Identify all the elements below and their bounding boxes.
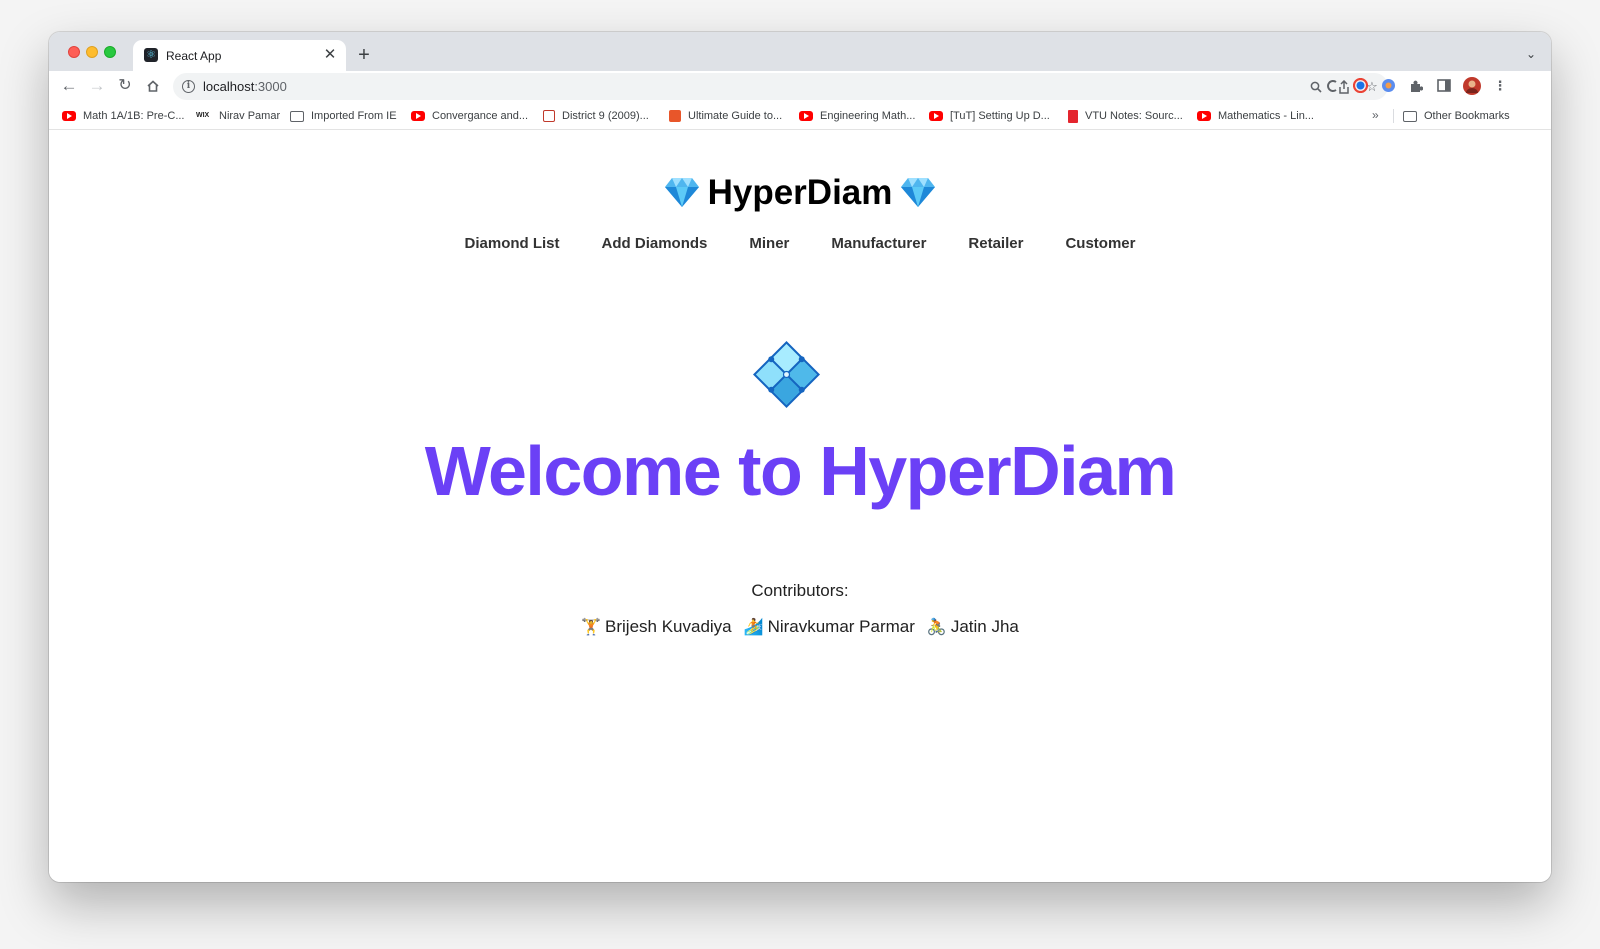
folder-icon (1403, 110, 1417, 122)
new-tab-button[interactable]: + (351, 43, 377, 67)
youtube-icon (799, 111, 813, 121)
minimize-window-button[interactable] (86, 46, 98, 58)
gem-icon (664, 178, 699, 207)
maximize-window-button[interactable] (104, 46, 116, 58)
tab-react-app[interactable]: ⚛ React App ✕ (133, 40, 346, 71)
tab-search-chevron-icon[interactable]: ⌄ (1521, 44, 1541, 64)
brand-heading: HyperDiam (49, 173, 1551, 213)
info-icon[interactable]: i (182, 80, 195, 93)
folder-icon (290, 110, 304, 122)
bookmark-item[interactable]: WIX Nirav Pamar (196, 107, 280, 125)
brand-title: HyperDiam (707, 173, 893, 212)
contributor-item: 🏋 Brijesh Kuvadiya (581, 617, 732, 636)
tab-close-icon[interactable]: ✕ (320, 45, 340, 65)
other-bookmarks-folder[interactable]: Other Bookmarks (1403, 107, 1510, 125)
profile-avatar[interactable] (1461, 75, 1483, 97)
back-arrow-icon[interactable]: ← (57, 74, 81, 98)
diamond-logo-icon (753, 341, 820, 408)
forward-arrow-icon[interactable]: → (85, 74, 109, 98)
extensions-puzzle-icon[interactable] (1405, 75, 1427, 97)
page-content: HyperDiam Diamond List Add Diamonds Mine… (49, 131, 1551, 882)
nav-add-diamonds[interactable]: Add Diamonds (602, 235, 708, 252)
close-window-button[interactable] (68, 46, 80, 58)
reload-icon[interactable]: ↻ (113, 74, 137, 98)
gem-icon (901, 178, 936, 207)
contributor-item: 🏄 Niravkumar Parmar (743, 617, 915, 636)
surfer-emoji-icon: 🏄 (743, 619, 764, 636)
contributors-list: 🏋 Brijesh Kuvadiya 🏄 Niravkumar Parmar 🚴 Ja… (49, 617, 1551, 637)
nav-retailer[interactable]: Retailer (968, 235, 1023, 252)
bookmark-item[interactable]: [TuT] Setting Up D... (929, 107, 1050, 125)
bookmark-item[interactable]: Math 1A/1B: Pre-C... (62, 107, 184, 125)
youtube-icon (62, 111, 76, 121)
site-icon (543, 110, 555, 122)
bookmark-item[interactable]: Mathematics - Lin... (1197, 107, 1314, 125)
tab-title: React App (166, 49, 222, 63)
extension-c-icon[interactable] (1321, 75, 1343, 97)
bookmark-item[interactable]: District 9 (2009)... (543, 107, 649, 125)
extension-color-icon[interactable] (1349, 75, 1371, 97)
tab-strip: ⚛ React App ✕ + ⌄ (49, 32, 1551, 71)
nav-miner[interactable]: Miner (749, 235, 789, 252)
bookmarks-overflow-chevron-icon[interactable]: » (1372, 108, 1379, 122)
main-nav: Diamond List Add Diamonds Miner Manufact… (49, 235, 1551, 252)
browser-window: ⚛ React App ✕ + ⌄ ← → ↻ i localhost:3000… (49, 32, 1551, 882)
home-icon[interactable] (141, 74, 165, 98)
menu-kebab-icon[interactable]: ⋮ (1489, 75, 1511, 97)
cyclist-emoji-icon: 🚴 (926, 619, 947, 636)
bookmark-item[interactable]: VTU Notes: Sourc... (1068, 107, 1183, 125)
side-panel-icon[interactable] (1433, 75, 1455, 97)
bookmark-folder[interactable]: Imported From IE (290, 107, 397, 125)
bookmarks-bar: Math 1A/1B: Pre-C... WIX Nirav Pamar Impo… (49, 101, 1551, 130)
contributor-item: 🚴 Jatin Jha (926, 617, 1019, 636)
nav-manufacturer[interactable]: Manufacturer (831, 235, 926, 252)
bookmarks-divider (1393, 109, 1394, 123)
bookmark-item[interactable]: Ultimate Guide to... (669, 107, 782, 125)
youtube-icon (1197, 111, 1211, 121)
react-icon: ⚛ (144, 48, 158, 62)
youtube-icon (929, 111, 943, 121)
browser-toolbar: ← → ↻ i localhost:3000 ☆ ⋮ (49, 71, 1551, 101)
contributors-label: Contributors: (751, 581, 849, 600)
youtube-icon (411, 111, 425, 121)
bookmark-item[interactable]: Engineering Math... (799, 107, 915, 125)
url-text: localhost:3000 (203, 79, 287, 94)
site-icon (669, 110, 681, 122)
extension-circle-icon[interactable] (1377, 75, 1399, 97)
wix-icon: WIX (196, 112, 210, 119)
weightlifter-emoji-icon: 🏋 (581, 619, 602, 636)
nav-customer[interactable]: Customer (1065, 235, 1135, 252)
bookmark-item[interactable]: Convergance and... (411, 107, 528, 125)
hero-title: Welcome to HyperDiam (424, 432, 1177, 510)
nav-diamond-list[interactable]: Diamond List (465, 235, 560, 252)
site-icon (1068, 109, 1078, 123)
address-bar[interactable]: i localhost:3000 ☆ (173, 73, 1388, 100)
